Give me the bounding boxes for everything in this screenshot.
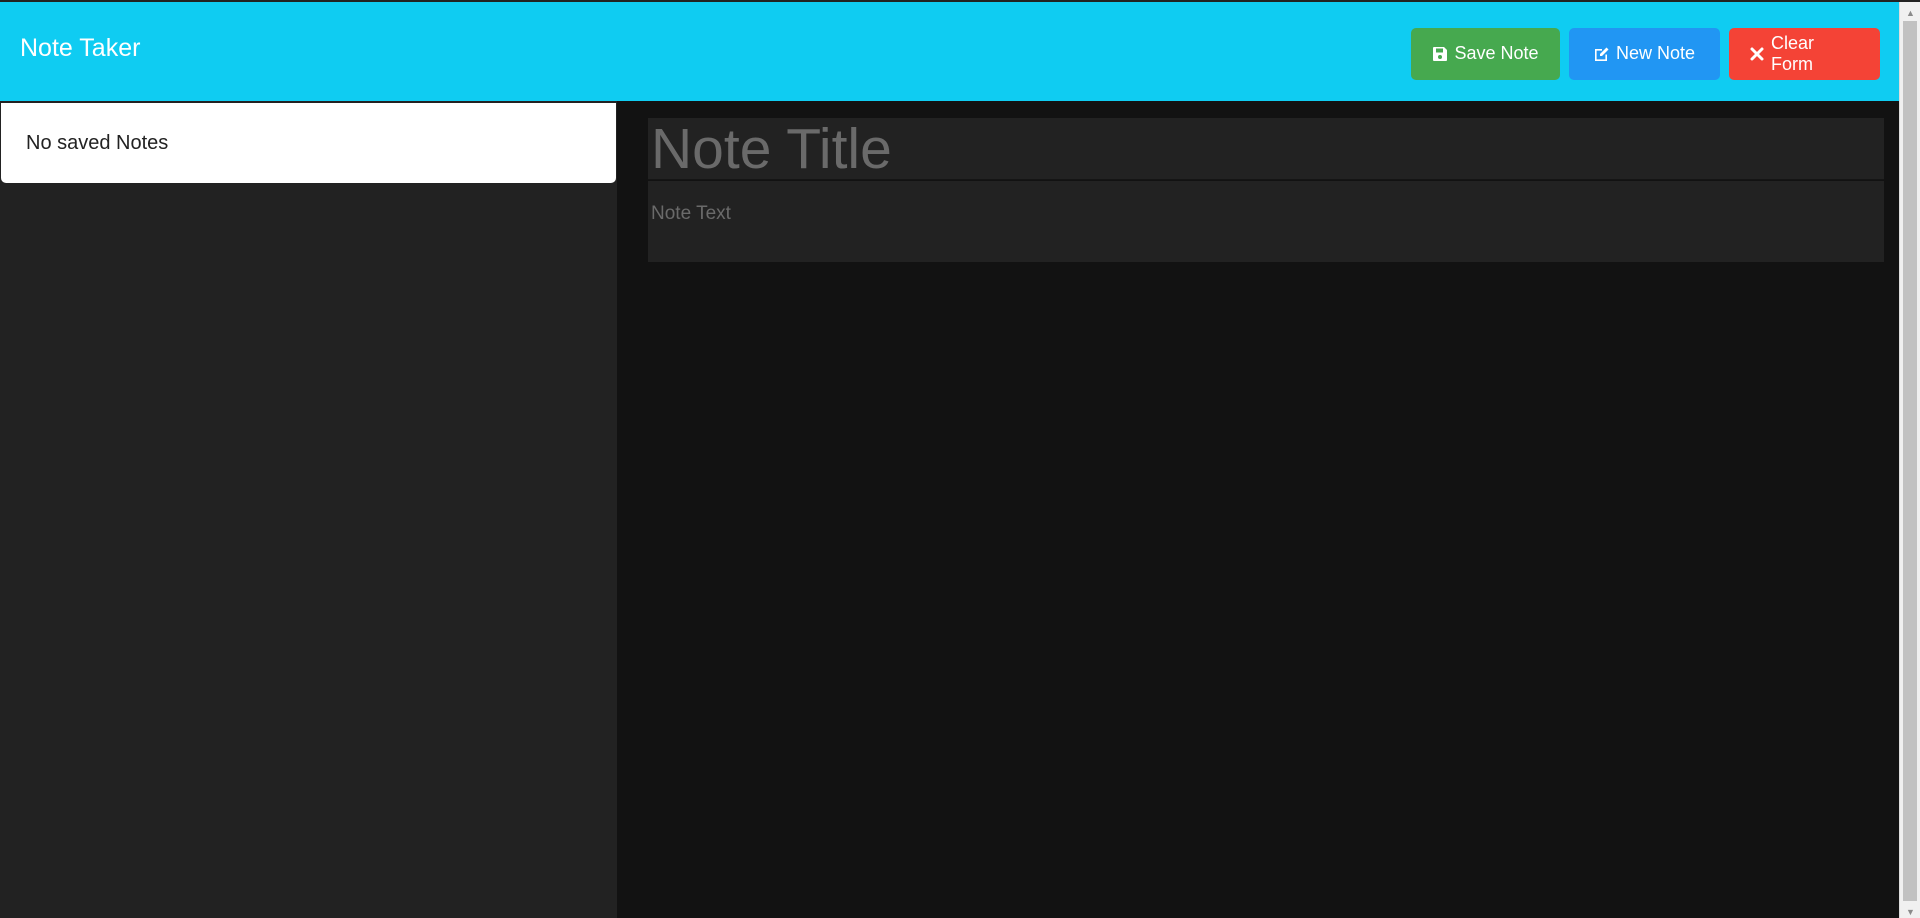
scrollbar-thumb[interactable] — [1903, 21, 1917, 901]
scroll-up-arrow-icon[interactable]: ▲ — [1900, 4, 1920, 21]
notes-sidebar: No saved Notes — [0, 101, 617, 918]
new-note-button[interactable]: New Note — [1569, 27, 1720, 80]
note-text-input[interactable] — [648, 181, 1884, 262]
note-taker-page: Note Taker Save Note New Note Clear Form… — [0, 0, 1920, 918]
top-navbar: Note Taker Save Note New Note Clear Form — [0, 2, 1899, 101]
close-icon — [1749, 46, 1765, 62]
app-title[interactable]: Note Taker — [20, 36, 140, 61]
empty-notes-message: No saved Notes — [1, 103, 616, 183]
note-title-input[interactable] — [648, 118, 1884, 180]
clear-form-button[interactable]: Clear Form — [1729, 27, 1880, 80]
save-note-label: Save Note — [1454, 43, 1539, 63]
page-scrollbar[interactable]: ▲ ▼ — [1899, 2, 1920, 918]
save-note-button[interactable]: Save Note — [1411, 27, 1560, 80]
floppy-disk-icon — [1432, 46, 1448, 62]
note-editor — [617, 101, 1899, 918]
clear-form-label: Clear Form — [1771, 32, 1815, 74]
scroll-down-arrow-icon[interactable]: ▼ — [1900, 903, 1920, 918]
new-note-label: New Note — [1615, 43, 1696, 63]
edit-icon — [1594, 46, 1610, 62]
toolbar-actions: Save Note New Note Clear Form — [1411, 27, 1880, 80]
